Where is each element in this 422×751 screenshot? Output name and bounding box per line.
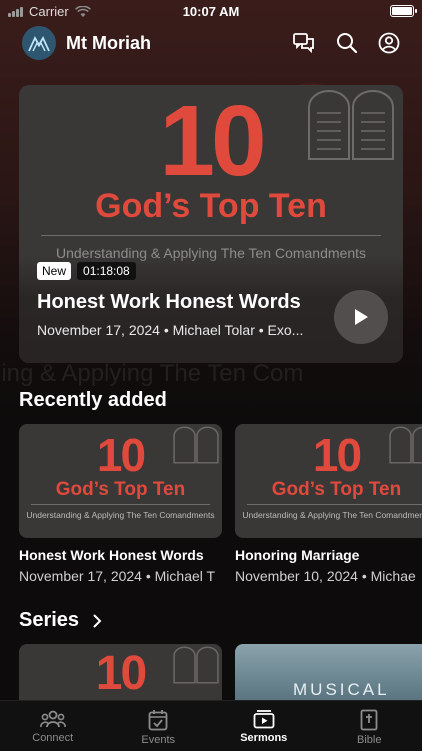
- duration-badge: 01:18:08: [77, 262, 136, 280]
- recently-added-list: 10 God’s Top Ten Understanding & Applyin…: [19, 424, 422, 584]
- sermon-thumbnail: 10 God’s Top Ten Understanding & Applyin…: [235, 424, 422, 538]
- tab-bar: Connect Events Sermons Bible: [0, 700, 422, 751]
- tab-label: Bible: [357, 734, 381, 746]
- series-number: 10: [19, 91, 403, 191]
- account-icon[interactable]: [378, 32, 400, 54]
- church-logo[interactable]: [22, 26, 56, 60]
- tab-label: Sermons: [240, 732, 287, 744]
- sermon-title: Honest Work Honest Words: [19, 547, 222, 563]
- sermon-meta: November 17, 2024 • Michael Tolar • Exo.…: [37, 322, 317, 338]
- series-number: 10: [19, 650, 222, 698]
- series-subtitle: Understanding & Applying The Ten Comandm…: [19, 510, 222, 520]
- sermon-title: Honoring Marriage: [235, 547, 422, 563]
- series-card[interactable]: 10: [19, 644, 222, 700]
- tab-connect[interactable]: Connect: [0, 701, 106, 751]
- list-item[interactable]: 10 God’s Top Ten Understanding & Applyin…: [235, 424, 422, 584]
- series-card[interactable]: MUSICAL: [235, 644, 422, 700]
- series-title: God’s Top Ten: [235, 479, 422, 501]
- series-heading-link[interactable]: Series: [19, 609, 102, 632]
- mountain-logo-icon: [28, 34, 50, 52]
- tab-bible[interactable]: Bible: [317, 701, 422, 751]
- recently-added-heading: Recently added: [19, 389, 167, 412]
- play-square-icon: [253, 709, 275, 729]
- tab-sermons[interactable]: Sermons: [211, 701, 317, 751]
- divider: [247, 504, 422, 505]
- featured-sermon-card[interactable]: 10 God’s Top Ten Understanding & Applyin…: [19, 85, 403, 363]
- new-badge: New: [37, 262, 71, 280]
- divider: [31, 504, 210, 505]
- series-title: God’s Top Ten: [19, 187, 403, 226]
- bible-icon: [360, 709, 378, 731]
- series-list: 10 MUSICAL: [19, 644, 422, 700]
- chat-icon[interactable]: [292, 32, 316, 54]
- tab-events[interactable]: Events: [106, 701, 212, 751]
- sermon-title: Honest Work Honest Words: [37, 291, 301, 314]
- series-title: MUSICAL: [293, 680, 390, 700]
- play-icon: [353, 308, 369, 326]
- sermon-meta: November 17, 2024 • Michael T: [19, 568, 222, 584]
- app-header: Mt Moriah: [22, 26, 400, 60]
- series-number: 10: [235, 432, 422, 478]
- divider: [41, 235, 381, 236]
- clock: 10:07 AM: [0, 4, 422, 19]
- series-subtitle: Understanding & Applying The Ten Comandm…: [235, 510, 422, 520]
- people-icon: [40, 709, 66, 729]
- series-heading: Series: [19, 609, 79, 632]
- list-item[interactable]: 10 God’s Top Ten Understanding & Applyin…: [19, 424, 222, 584]
- status-bar: Carrier 10:07 AM: [0, 0, 422, 22]
- series-number: 10: [19, 432, 222, 478]
- background-watermark-text: rding & Applying The Ten Com: [0, 360, 303, 388]
- search-icon[interactable]: [336, 32, 358, 54]
- calendar-icon: [148, 709, 168, 731]
- chevron-right-icon: [93, 614, 102, 628]
- sermon-thumbnail: 10 God’s Top Ten Understanding & Applyin…: [19, 424, 222, 538]
- series-title: God’s Top Ten: [19, 479, 222, 501]
- play-button[interactable]: [334, 290, 388, 344]
- battery-icon: [390, 5, 414, 17]
- sermon-meta: November 10, 2024 • Michae: [235, 568, 422, 584]
- tab-label: Connect: [32, 732, 73, 744]
- app-title: Mt Moriah: [66, 33, 151, 54]
- tab-label: Events: [141, 734, 175, 746]
